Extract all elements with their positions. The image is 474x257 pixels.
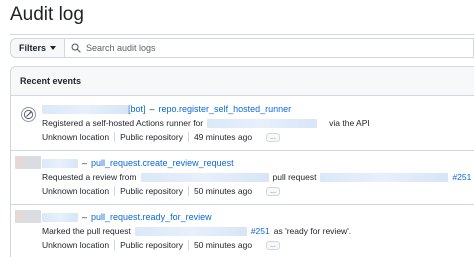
filters-button[interactable]: Filters: [10, 38, 65, 58]
avatar-image-2: [25, 210, 41, 223]
meta-divider: [114, 132, 116, 142]
bot-avatar-icon: [21, 107, 36, 122]
more-options-button[interactable]: ...: [266, 240, 280, 250]
bot-glyph-icon: [23, 109, 34, 120]
repo-name-redacted[interactable]: [207, 118, 318, 128]
event-action-link[interactable]: pull_request.create_review_request: [91, 158, 234, 168]
meta-divider: [114, 186, 116, 196]
caret-down-icon: [50, 46, 57, 50]
event-action-link[interactable]: repo.register_self_hosted_runner: [159, 104, 292, 114]
separator: –: [82, 212, 88, 222]
search-field[interactable]: [64, 38, 474, 58]
avatar-image-1: [15, 210, 25, 223]
event-description-middle: pull request: [272, 172, 317, 182]
event-action-link[interactable]: pull_request.ready_for_review: [91, 212, 212, 222]
event-row: – pull_request.create_review_request Req…: [11, 151, 474, 205]
actor-name-redacted[interactable]: [42, 104, 128, 114]
reviewer-name-redacted[interactable]: [140, 172, 269, 182]
separator: –: [82, 158, 88, 168]
search-input[interactable]: [86, 43, 287, 53]
actor-name-redacted[interactable]: [42, 212, 78, 222]
pr-title-redacted[interactable]: [320, 172, 449, 182]
separator: –: [149, 104, 155, 114]
event-location: Unknown location: [42, 186, 110, 196]
pull-request-link[interactable]: #251: [251, 226, 270, 236]
meta-divider: [114, 240, 116, 250]
event-visibility: Public repository: [120, 240, 183, 250]
avatar-image-1: [15, 156, 25, 169]
event-description-suffix: as 'ready for review'.: [273, 226, 352, 236]
events-panel: Recent events [bot] – repo.register_self…: [10, 66, 474, 257]
avatar-image-2: [25, 156, 41, 169]
more-options-button[interactable]: ...: [266, 186, 280, 196]
meta-divider: [187, 240, 189, 250]
event-time: 50 minutes ago: [193, 186, 253, 196]
event-visibility: Public repository: [120, 132, 183, 142]
actor-suffix[interactable]: [bot]: [128, 104, 146, 114]
pr-title-redacted[interactable]: [134, 226, 247, 236]
event-description-suffix: via the API: [329, 118, 370, 128]
more-options-button[interactable]: ...: [266, 132, 280, 142]
search-icon: [71, 43, 81, 53]
filters-label: Filters: [19, 43, 47, 53]
filter-toolbar: Filters: [10, 38, 474, 58]
event-visibility: Public repository: [120, 186, 183, 196]
meta-divider: [187, 132, 189, 142]
event-location: Unknown location: [42, 240, 110, 250]
title-divider: [10, 34, 474, 35]
event-description: Registered a self-hosted Actions runner …: [42, 118, 204, 128]
meta-divider: [187, 186, 189, 196]
actor-name-redacted[interactable]: [42, 158, 78, 168]
pull-request-link[interactable]: #251: [452, 172, 471, 182]
event-description: Requested a review from: [42, 172, 137, 182]
event-time: 50 minutes ago: [193, 240, 253, 250]
page-title: Audit log: [10, 4, 84, 25]
events-header: Recent events: [11, 67, 474, 96]
event-description: Marked the pull request: [42, 226, 131, 236]
event-location: Unknown location: [42, 132, 110, 142]
event-time: 49 minutes ago: [193, 132, 253, 142]
event-row: [bot] – repo.register_self_hosted_runner…: [11, 96, 474, 151]
event-row: – pull_request.ready_for_review Marked t…: [11, 205, 474, 257]
